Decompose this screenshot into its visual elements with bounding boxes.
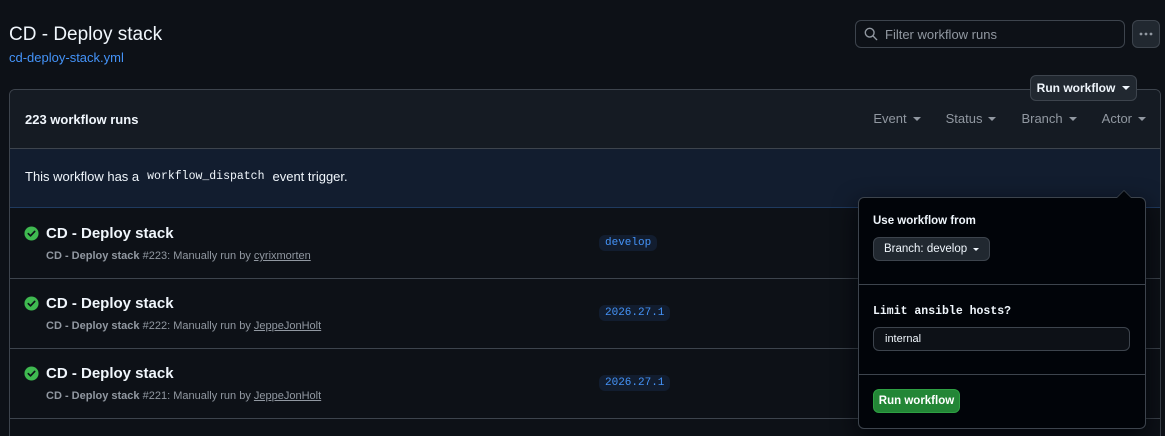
workflow-file-link[interactable]: cd-deploy-stack.yml	[9, 50, 124, 65]
search-icon	[864, 27, 878, 41]
runs-header: 223 workflow runs Event Status Branch Ac…	[10, 90, 1160, 149]
run-filters: Event Status Branch Actor	[873, 111, 1146, 126]
branch-tag[interactable]: develop	[599, 235, 658, 251]
dispatch-message: This workflow has a workflow_dispatch ev…	[25, 169, 348, 184]
chevron-down-icon	[1122, 86, 1131, 90]
filter-status[interactable]: Status	[946, 111, 997, 126]
submit-run-workflow-button[interactable]: Run workflow	[873, 389, 960, 413]
run-workflow-button[interactable]: Run workflow	[1030, 75, 1137, 101]
run-workflow-dropdown: Use workflow from Branch: develop Limit …	[858, 190, 1146, 429]
dropdown-divider	[859, 374, 1145, 375]
run-meta: CD - Deploy stack #223: Manually run by …	[46, 250, 311, 262]
check-circle-icon	[24, 226, 39, 241]
run-title[interactable]: CD - Deploy stack	[46, 295, 174, 312]
run-actor-link[interactable]: JeppeJonHolt	[254, 390, 321, 402]
limit-hosts-label: Limit ansible hosts?	[873, 305, 1012, 318]
branch-select[interactable]: Branch: develop	[873, 237, 991, 261]
chevron-down-icon	[1068, 116, 1077, 121]
run-title[interactable]: CD - Deploy stack	[46, 225, 174, 242]
branch-tag[interactable]: 2026.27.1	[599, 375, 671, 391]
chevron-down-icon	[973, 247, 980, 251]
page-title: CD - Deploy stack	[9, 24, 163, 45]
check-circle-icon	[24, 366, 39, 381]
filter-branch[interactable]: Branch	[1021, 111, 1077, 126]
use-workflow-from-label: Use workflow from	[873, 215, 976, 227]
run-meta: CD - Deploy stack #222: Manually run by …	[46, 320, 322, 332]
chevron-down-icon	[1138, 116, 1146, 121]
dropdown-divider	[859, 284, 1145, 285]
filter-runs-search[interactable]	[855, 20, 1125, 48]
kebab-horizontal-icon	[1139, 32, 1153, 36]
page-header: CD - Deploy stack cd-deploy-stack.yml	[0, 0, 1165, 80]
more-options-button[interactable]	[1132, 20, 1160, 48]
filter-runs-input[interactable]	[885, 26, 1105, 42]
run-title[interactable]: CD - Deploy stack	[46, 365, 174, 382]
filter-actor[interactable]: Actor	[1102, 111, 1146, 126]
runs-count: 223 workflow runs	[25, 112, 139, 127]
filter-event[interactable]: Event	[873, 111, 921, 126]
limit-hosts-input[interactable]	[873, 327, 1130, 351]
run-meta: CD - Deploy stack #221: Manually run by …	[46, 390, 322, 402]
run-actor-link[interactable]: cyrixmorten	[254, 250, 311, 262]
chevron-down-icon	[988, 116, 997, 121]
branch-tag[interactable]: 2026.27.1	[599, 305, 671, 321]
run-actor-link[interactable]: JeppeJonHolt	[254, 320, 321, 332]
dispatch-event-code: workflow_dispatch	[147, 170, 265, 183]
chevron-down-icon	[912, 116, 921, 121]
check-circle-icon	[24, 296, 39, 311]
